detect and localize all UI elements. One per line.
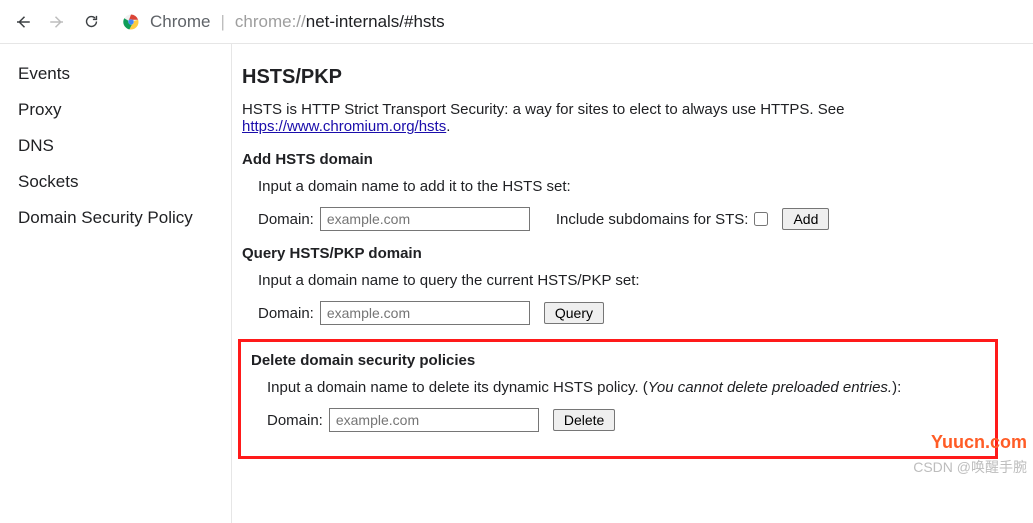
arrow-left-icon (14, 13, 32, 31)
add-domain-input[interactable] (320, 207, 530, 231)
intro-text: HSTS is HTTP Strict Transport Security: … (242, 101, 1023, 135)
back-button[interactable] (8, 7, 38, 37)
page-title: HSTS/PKP (242, 66, 1023, 89)
reload-button[interactable] (76, 7, 106, 37)
delete-button[interactable]: Delete (553, 409, 615, 431)
sidebar-item-events[interactable]: Events (0, 56, 231, 92)
query-button[interactable]: Query (544, 302, 604, 324)
watermark-attr: CSDN @唤醒手腕 (913, 457, 1027, 477)
delete-section-highlight: Delete domain security policies Input a … (238, 339, 998, 459)
browser-toolbar: Chrome | chrome://net-internals/#hsts (0, 0, 1033, 44)
address-bar[interactable]: Chrome | chrome://net-internals/#hsts (122, 12, 445, 32)
chrome-site-icon (122, 13, 140, 31)
add-hint: Input a domain name to add it to the HST… (258, 178, 1023, 195)
query-heading: Query HSTS/PKP domain (242, 245, 1023, 262)
add-domain-label: Domain: (258, 211, 314, 228)
sidebar-item-domain-security-policy[interactable]: Domain Security Policy (0, 200, 231, 236)
include-subdomains-label: Include subdomains for STS: (556, 211, 749, 228)
forward-button[interactable] (42, 7, 72, 37)
query-domain-label: Domain: (258, 305, 314, 322)
main-content: HSTS/PKP HSTS is HTTP Strict Transport S… (232, 44, 1033, 523)
query-domain-input[interactable] (320, 301, 530, 325)
sidebar: Events Proxy DNS Sockets Domain Security… (0, 44, 232, 523)
sidebar-item-dns[interactable]: DNS (0, 128, 231, 164)
include-subdomains-checkbox[interactable] (754, 212, 768, 226)
add-row: Domain: Include subdomains for STS: Add (258, 207, 1023, 231)
delete-hint: Input a domain name to delete its dynami… (267, 379, 989, 396)
address-url: chrome://net-internals/#hsts (235, 12, 445, 32)
sidebar-item-proxy[interactable]: Proxy (0, 92, 231, 128)
add-heading: Add HSTS domain (242, 151, 1023, 168)
address-separator: | (220, 12, 224, 32)
query-row: Domain: Query (258, 301, 1023, 325)
query-hint: Input a domain name to query the current… (258, 272, 1023, 289)
delete-heading: Delete domain security policies (251, 352, 989, 369)
add-button[interactable]: Add (782, 208, 829, 230)
delete-domain-input[interactable] (329, 408, 539, 432)
delete-domain-label: Domain: (267, 412, 323, 429)
reload-icon (83, 13, 100, 30)
arrow-right-icon (48, 13, 66, 31)
sidebar-item-sockets[interactable]: Sockets (0, 164, 231, 200)
intro-link[interactable]: https://www.chromium.org/hsts (242, 118, 446, 135)
delete-row: Domain: Delete (267, 408, 989, 432)
address-label: Chrome (150, 12, 210, 32)
